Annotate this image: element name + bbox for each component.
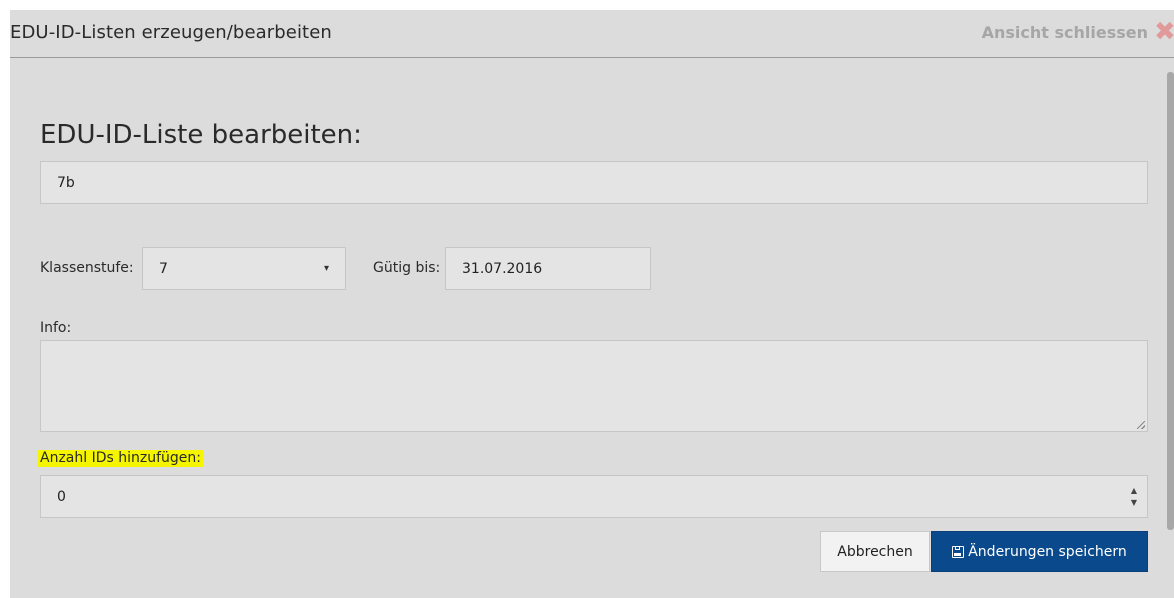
resize-handle-icon[interactable]: [1137, 421, 1145, 429]
close-view-label: Ansicht schliessen: [981, 22, 1148, 42]
dialog-title: EDU-ID-Listen erzeugen/bearbeiten: [10, 22, 332, 43]
class-level-select[interactable]: 7 ▾: [142, 247, 346, 290]
form-heading: EDU-ID-Liste bearbeiten:: [40, 120, 362, 150]
cancel-button[interactable]: Abbrechen: [820, 531, 930, 572]
cancel-button-label: Abbrechen: [837, 543, 913, 560]
save-changes-button[interactable]: Änderungen speichern: [931, 531, 1148, 572]
info-label: Info:: [40, 320, 72, 336]
close-view-button[interactable]: Ansicht schliessen ✖: [982, 20, 1174, 44]
add-ids-count-input[interactable]: 0 ▲ ▼: [40, 475, 1148, 518]
class-level-label: Klassenstufe:: [40, 260, 134, 276]
number-spinner[interactable]: ▲ ▼: [1129, 486, 1139, 508]
spinner-up-icon[interactable]: ▲: [1131, 486, 1137, 496]
add-ids-count-label: Anzahl IDs hinzufügen:: [38, 450, 203, 467]
dropdown-arrow-icon: ▾: [323, 263, 329, 274]
dialog-titlebar: EDU-ID-Listen erzeugen/bearbeiten Ansich…: [10, 10, 1174, 58]
close-x-icon[interactable]: ✖: [1154, 20, 1174, 44]
class-level-value: 7: [159, 260, 168, 277]
add-ids-count-value: 0: [57, 488, 66, 505]
info-textarea[interactable]: [40, 340, 1148, 432]
dialog-window: EDU-ID-Listen erzeugen/bearbeiten Ansich…: [10, 10, 1174, 598]
vertical-scrollbar[interactable]: [1167, 72, 1174, 530]
valid-until-input[interactable]: 31.07.2016: [445, 247, 651, 290]
valid-until-label: Gütig bis:: [373, 260, 441, 276]
valid-until-value: 31.07.2016: [462, 260, 543, 277]
spinner-down-icon[interactable]: ▼: [1131, 498, 1137, 508]
floppy-disk-icon: [952, 545, 965, 558]
save-button-label: Änderungen speichern: [968, 543, 1127, 560]
list-name-value: 7b: [57, 174, 75, 191]
list-name-input[interactable]: 7b: [40, 161, 1148, 204]
